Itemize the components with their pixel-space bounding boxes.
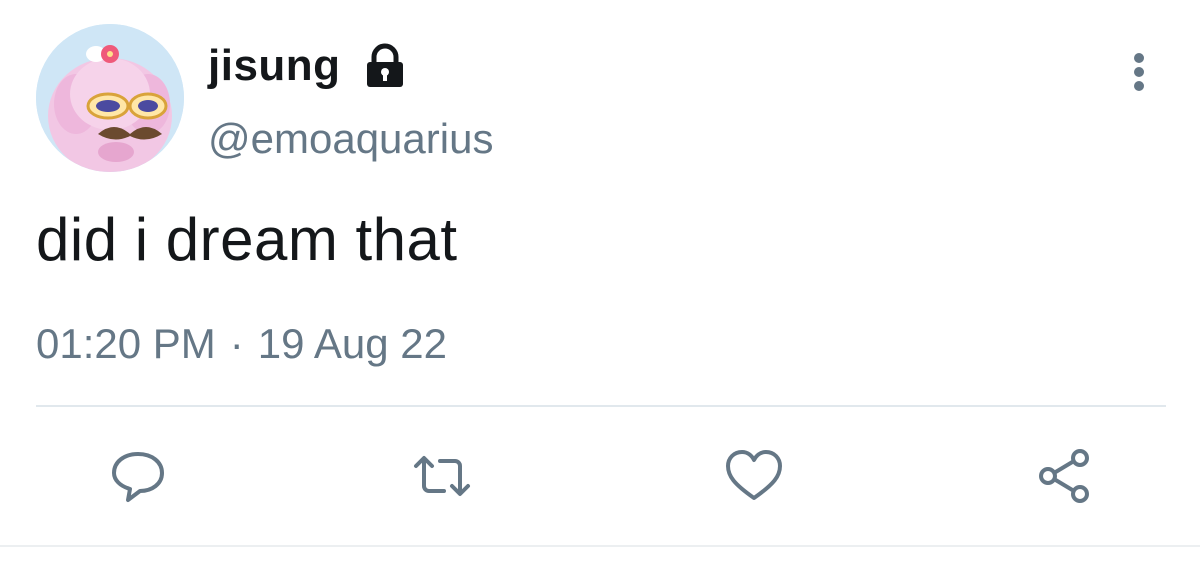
avatar[interactable] <box>36 24 184 172</box>
more-vertical-icon[interactable] <box>1124 50 1154 94</box>
reply-icon <box>112 452 164 502</box>
share-button[interactable] <box>1034 446 1098 506</box>
display-name[interactable]: jisung <box>208 41 341 91</box>
display-name-row: jisung <box>208 38 407 94</box>
tweet-text: did i dream that <box>36 206 458 273</box>
avatar-image <box>36 24 184 172</box>
user-handle[interactable]: @emoaquarius <box>208 115 493 163</box>
bottom-divider <box>0 545 1200 547</box>
retweet-icon <box>414 456 470 496</box>
reply-button[interactable] <box>106 446 170 506</box>
divider <box>36 405 1166 407</box>
retweet-button[interactable] <box>410 446 474 506</box>
tweet-date: 19 Aug 22 <box>257 320 447 367</box>
timestamp-separator: · <box>229 320 244 367</box>
share-icon <box>1039 449 1089 503</box>
tweet-card: jisung @emoaquarius did i dream that 01:… <box>0 0 1200 565</box>
lock-icon <box>363 43 407 89</box>
heart-icon <box>726 450 782 500</box>
like-button[interactable] <box>722 446 786 506</box>
timestamp[interactable]: 01:20 PM · 19 Aug 22 <box>36 320 447 368</box>
tweet-time: 01:20 PM <box>36 320 216 367</box>
